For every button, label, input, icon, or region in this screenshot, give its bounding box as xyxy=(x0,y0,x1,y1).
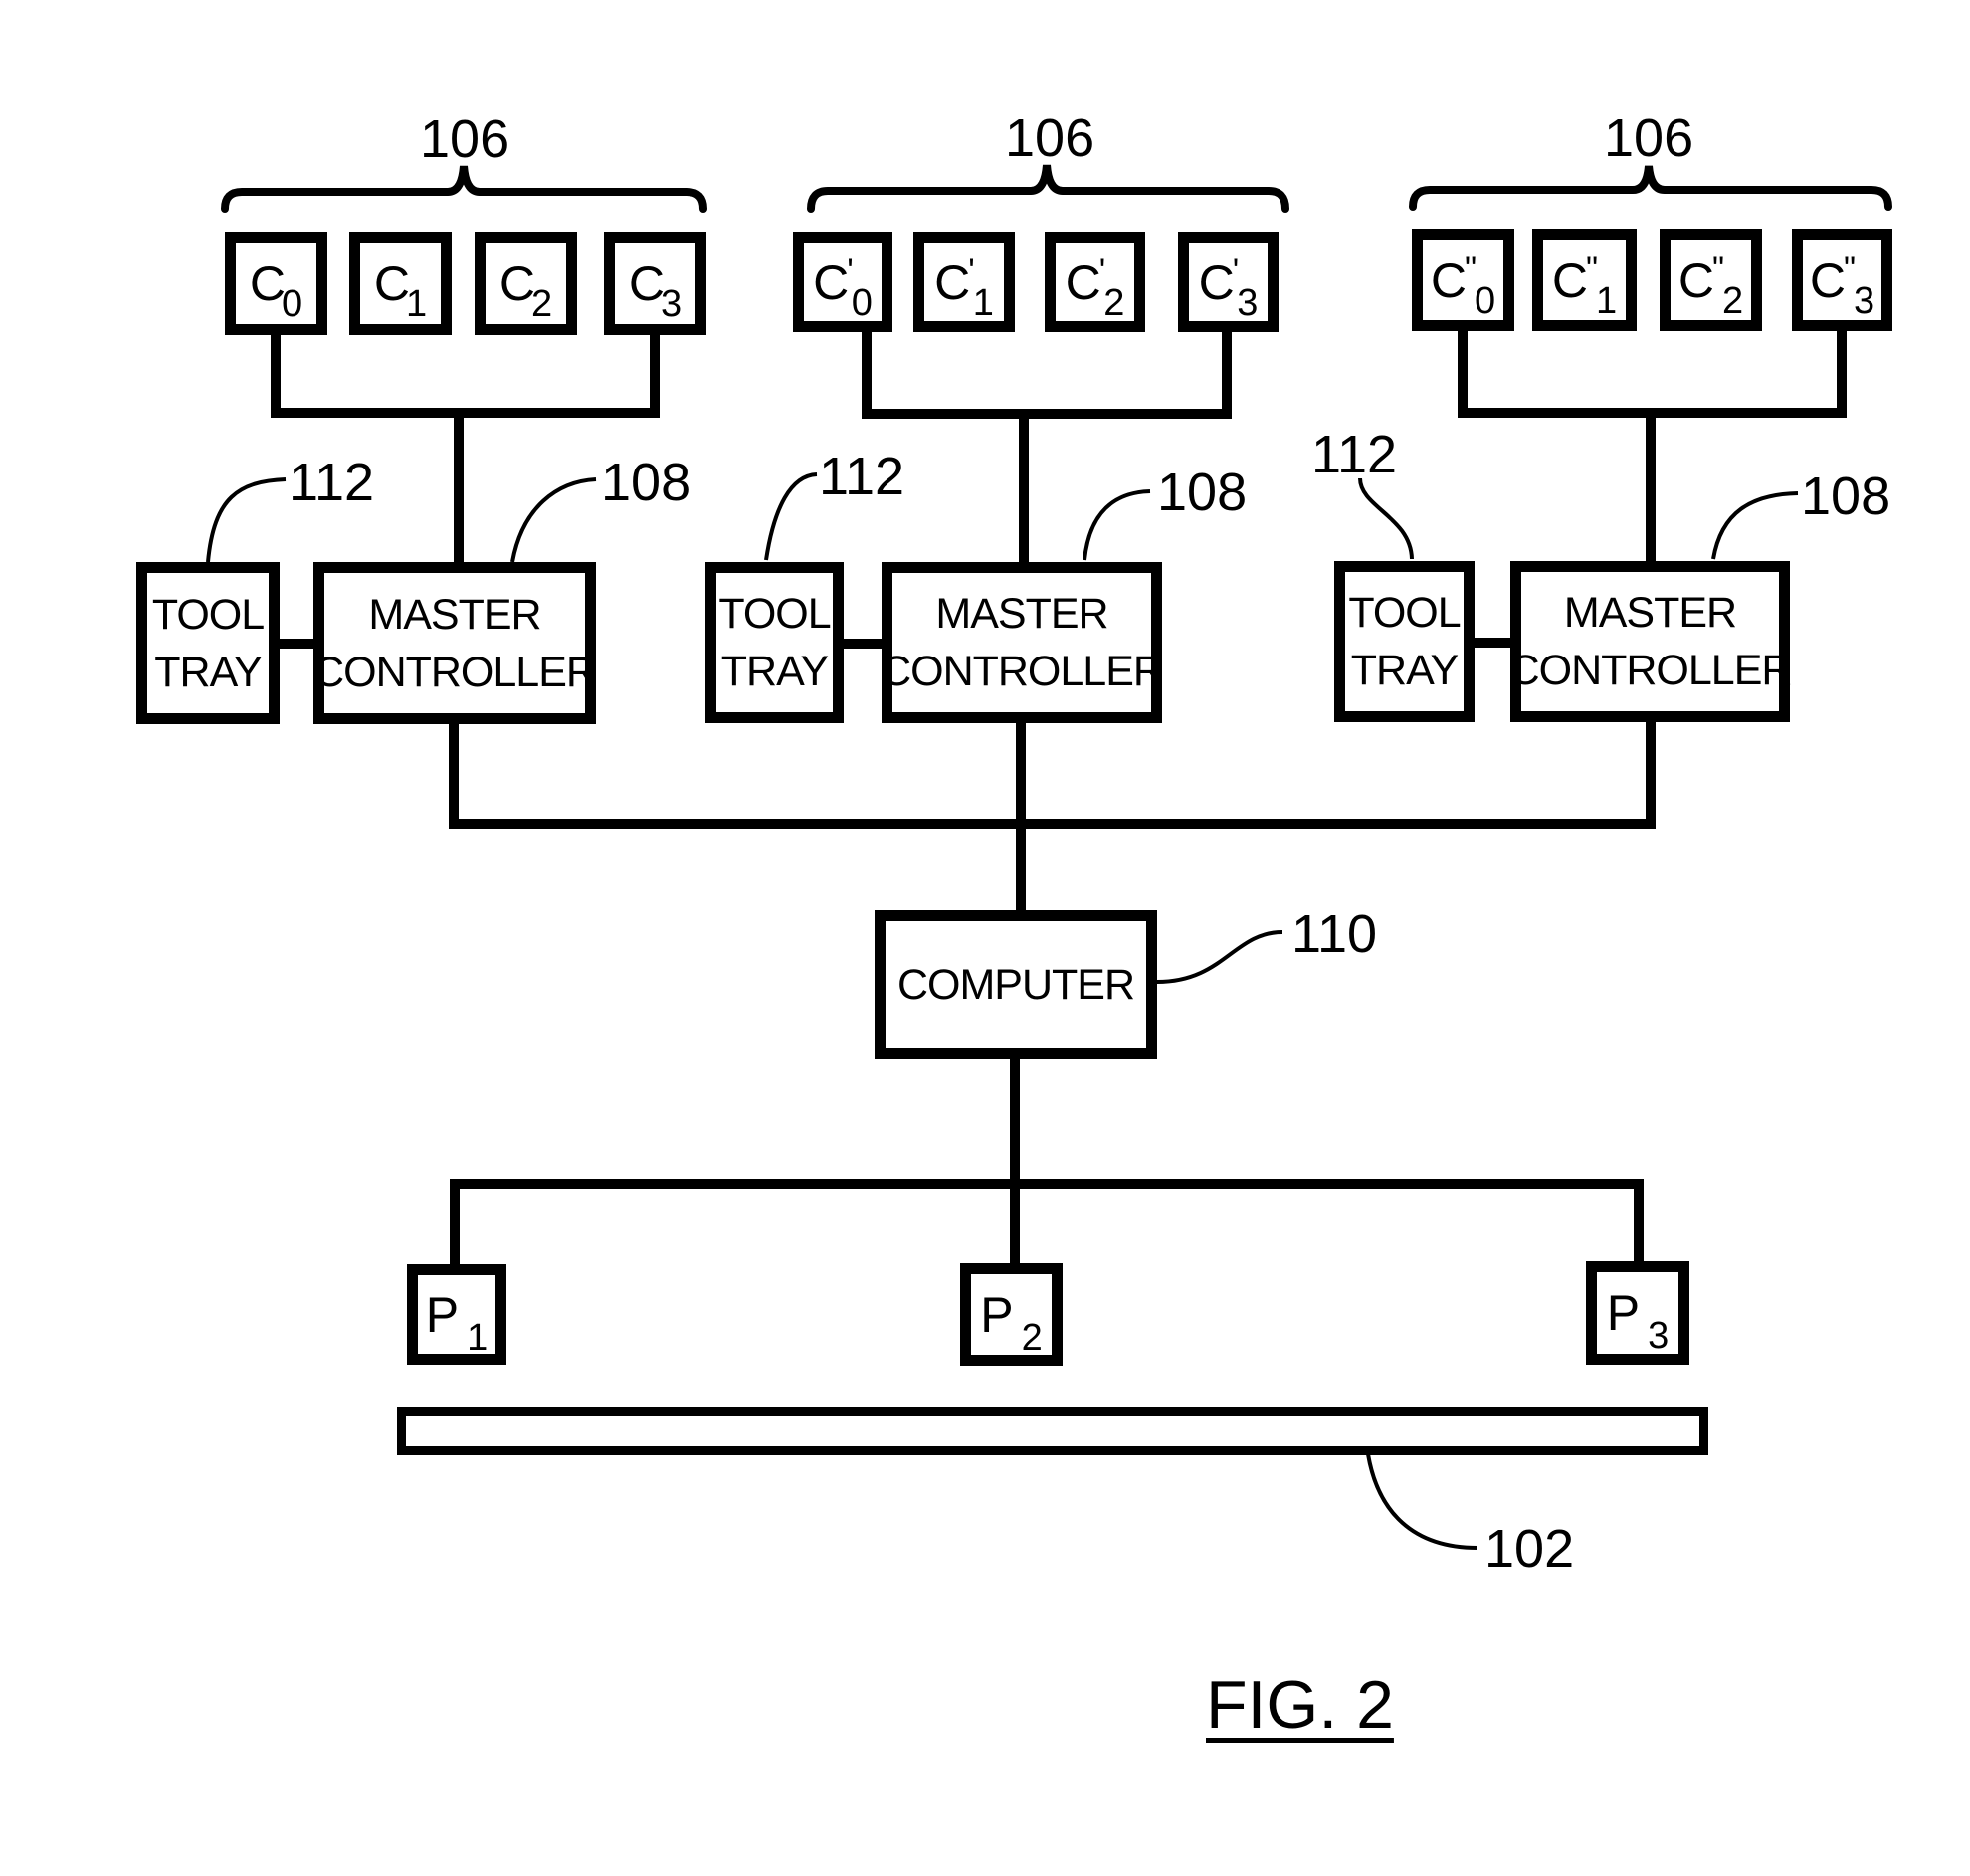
tool-tray-3: TOOL TRAY xyxy=(1334,561,1475,722)
leader-112-a xyxy=(206,477,287,563)
camera-c-dprime-3: C"3 xyxy=(1792,229,1892,331)
ref-102: 102 xyxy=(1484,1519,1575,1579)
camera-c-prime-3: C'3 xyxy=(1178,232,1279,332)
ref-108-group-2: 108 xyxy=(1157,463,1248,522)
brace-group-1 xyxy=(221,165,707,213)
camera-bus-2 xyxy=(862,327,1232,419)
ref-112-group-1: 112 xyxy=(289,453,375,512)
projector-bus xyxy=(450,1179,1644,1270)
camera-c3: C3 xyxy=(604,232,706,335)
camera-c2: C2 xyxy=(475,232,577,335)
controller-bus xyxy=(449,717,1656,829)
projector-p1: P1 xyxy=(407,1264,506,1365)
master-controller-1: MASTER CONTROLLER xyxy=(313,562,597,724)
projector-p3: P3 xyxy=(1586,1261,1689,1365)
leader-108-c xyxy=(1711,491,1799,560)
ref-108-group-1: 108 xyxy=(601,453,691,512)
camera-c-dprime-0: C"0 xyxy=(1412,229,1514,331)
camera-c-dprime-2: C"2 xyxy=(1660,229,1762,331)
brace-group-2 xyxy=(807,164,1289,213)
master-controller-2: MASTER CONTROLLER xyxy=(881,562,1164,723)
ref-112-group-2: 112 xyxy=(819,447,905,506)
camera-c-prime-1: C'1 xyxy=(913,232,1015,332)
camera-c-dprime-1: C"1 xyxy=(1532,229,1637,331)
tool-tray-2: TOOL TRAY xyxy=(705,562,844,723)
display-surface xyxy=(397,1407,1708,1455)
figure-title: FIG. 2 xyxy=(1206,1667,1394,1743)
camera-bus-3 xyxy=(1458,326,1847,418)
ref-110: 110 xyxy=(1291,904,1378,964)
ref-106-group-1: 106 xyxy=(420,109,510,169)
ref-112-group-3: 112 xyxy=(1311,425,1398,484)
camera-c0: C0 xyxy=(225,232,327,335)
leader-110 xyxy=(1156,930,1283,984)
leader-102 xyxy=(1366,1453,1478,1550)
leader-112-c xyxy=(1358,477,1414,560)
camera-c-prime-0: C'0 xyxy=(793,232,892,332)
leader-108-b xyxy=(1083,489,1151,561)
projector-p2: P2 xyxy=(960,1263,1063,1366)
camera-c1: C1 xyxy=(349,232,452,335)
brace-group-3 xyxy=(1409,165,1892,211)
camera-bus-1 xyxy=(271,330,660,418)
ref-108-group-3: 108 xyxy=(1801,467,1891,526)
leader-112-b xyxy=(764,472,818,561)
leader-108-a xyxy=(510,477,597,563)
master-controller-3: MASTER CONTROLLER xyxy=(1509,561,1792,722)
ref-106-group-3: 106 xyxy=(1604,108,1694,168)
computer-label: COMPUTER xyxy=(896,961,1135,1009)
computer-box: COMPUTER xyxy=(875,910,1157,1059)
camera-c-prime-2: C'2 xyxy=(1045,232,1145,332)
tool-tray-1: TOOL TRAY xyxy=(136,562,280,724)
ref-106-group-2: 106 xyxy=(1005,108,1095,168)
